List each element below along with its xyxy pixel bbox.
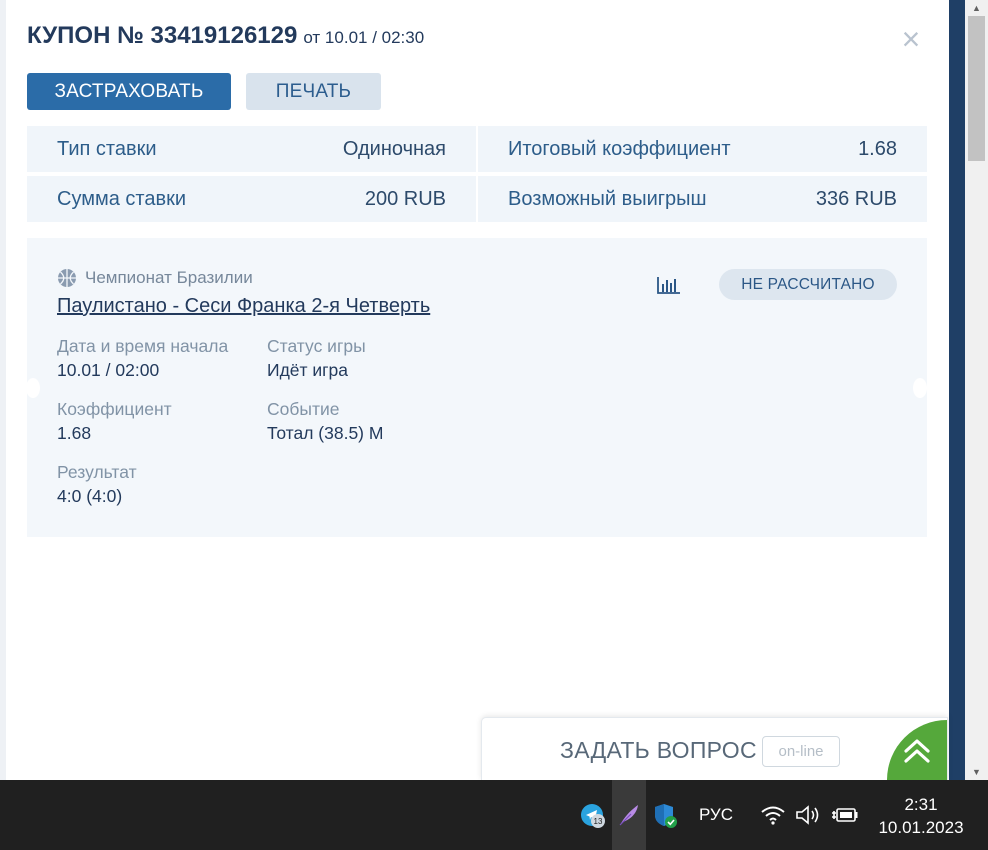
possible-win-label: Возможный выигрыш — [508, 187, 707, 210]
card-notch-left — [26, 378, 40, 398]
card-notch-right — [913, 378, 927, 398]
scroll-thumb[interactable] — [968, 16, 985, 161]
start-time-label: Дата и время начала — [57, 336, 229, 356]
insure-button[interactable]: ЗАСТРАХОВАТЬ — [27, 73, 231, 110]
possible-win-value: 336 RUB — [815, 187, 897, 210]
language-indicator[interactable]: РУС — [696, 780, 736, 850]
start-time-value: 10.01 / 02:00 — [57, 360, 160, 380]
stake-value: 200 RUB — [364, 187, 446, 210]
coupon-header: КУПОН № 33419126129 от 10.01 / 02:30 — [27, 22, 424, 50]
league-name: Чемпионат Бразилии — [85, 268, 253, 287]
windows-taskbar: 13 РУС 2:31 10.01.2023 — [0, 780, 988, 850]
system-clock[interactable]: 2:31 10.01.2023 — [866, 793, 976, 839]
game-status-value: Идёт игра — [267, 360, 349, 380]
ask-question-label[interactable]: ЗАДАТЬ ВОПРОС — [560, 737, 757, 764]
scroll-down-arrow-icon[interactable]: ▼ — [965, 764, 988, 780]
ask-question-widget[interactable]: ЗАДАТЬ ВОПРОС on-line — [481, 717, 948, 780]
result-label: Результат — [57, 462, 137, 482]
close-icon[interactable]: × — [899, 23, 923, 55]
status-badge: НЕ РАССЧИТАНО — [719, 269, 897, 300]
clock-date: 10.01.2023 — [878, 818, 964, 837]
bet-type-label: Тип ставки — [57, 137, 157, 160]
event-card: Чемпионат Бразилии Паулистано - Сеси Фра… — [27, 238, 927, 537]
bet-summary: Тип ставки Одиночная Итоговый коэффициен… — [27, 126, 927, 222]
coupon-title: КУПОН № 33419126129 — [27, 22, 298, 49]
coupon-modal: КУПОН № 33419126129 от 10.01 / 02:30 × З… — [6, 0, 949, 780]
league-line: Чемпионат Бразилии — [57, 268, 253, 288]
basketball-icon — [58, 269, 76, 287]
outcome-value: Тотал (38.5) М — [267, 423, 384, 443]
defender-shield-icon[interactable] — [653, 802, 679, 830]
double-chevron-up-icon[interactable] — [902, 736, 932, 766]
total-coef-label: Итоговый коэффициент — [508, 137, 731, 160]
telegram-icon[interactable]: 13 — [580, 803, 606, 829]
wifi-icon[interactable] — [760, 804, 786, 826]
volume-icon[interactable] — [795, 804, 823, 826]
bar-chart-icon[interactable] — [656, 275, 682, 295]
coef-label: Коэффициент — [57, 399, 172, 419]
scroll-up-arrow-icon[interactable]: ▲ — [965, 0, 988, 16]
game-status-label: Статус игры — [267, 336, 366, 356]
stake-row: Сумма ставки 200 RUB — [27, 176, 476, 222]
match-link[interactable]: Паулистано - Сеси Франка 2-я Четверть — [57, 295, 430, 318]
total-coef-value: 1.68 — [858, 137, 897, 160]
online-badge: on-line — [762, 736, 840, 767]
telegram-badge: 13 — [594, 817, 603, 826]
clock-time: 2:31 — [904, 795, 938, 814]
page-scrollbar[interactable]: ▲ ▼ — [965, 0, 988, 780]
background-page-edge — [949, 0, 965, 780]
total-coef-row: Итоговый коэффициент 1.68 — [478, 126, 927, 172]
print-button[interactable]: ПЕЧАТЬ — [246, 73, 381, 110]
result-value: 4:0 (4:0) — [57, 486, 123, 506]
coef-value: 1.68 — [57, 423, 92, 443]
bet-type-value: Одиночная — [342, 137, 446, 160]
bet-type-row: Тип ставки Одиночная — [27, 126, 476, 172]
stake-label: Сумма ставки — [57, 187, 187, 210]
outcome-label: Событие — [267, 399, 340, 419]
coupon-date: от 10.01 / 02:30 — [303, 28, 425, 47]
feather-icon[interactable] — [617, 802, 641, 828]
battery-charging-icon[interactable] — [831, 804, 859, 826]
possible-win-row: Возможный выигрыш 336 RUB — [478, 176, 927, 222]
